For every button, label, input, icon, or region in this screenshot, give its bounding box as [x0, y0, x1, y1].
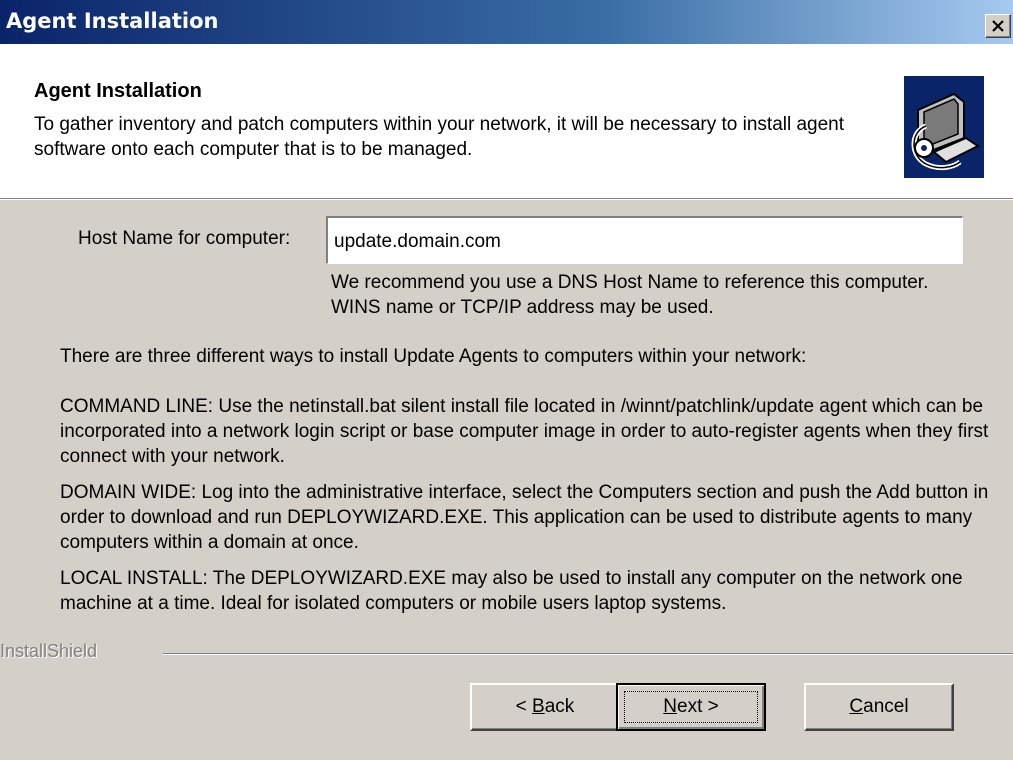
host-name-input[interactable] [326, 216, 963, 264]
cancel-button[interactable]: Cancel [804, 683, 954, 731]
computer-install-icon [904, 76, 984, 178]
domain-wide-description: DOMAIN WIDE: Log into the administrative… [60, 482, 989, 553]
next-button[interactable]: Next > [616, 683, 766, 731]
wizard-header: Agent Installation To gather inventory a… [0, 44, 1013, 199]
cancel-button-rest: ancel [863, 696, 909, 717]
local-install-description: LOCAL INSTALL: The DEPLOYWIZARD.EXE may … [60, 568, 963, 614]
command-line-description: COMMAND LINE: Use the netinstall.bat sil… [60, 396, 989, 467]
title-bar: Agent Installation [0, 0, 1013, 44]
host-name-label: Host Name for computer: [78, 228, 291, 249]
back-button-accel: B [532, 696, 545, 717]
back-button-rest: ack [544, 696, 575, 717]
footer-divider [163, 653, 1013, 655]
cancel-button-accel: C [849, 696, 864, 717]
installshield-brand: InstallShield [0, 641, 98, 661]
close-button[interactable] [985, 14, 1011, 38]
window-title: Agent Installation [6, 9, 219, 33]
back-button-prefix: < [515, 696, 533, 717]
host-name-hint: We recommend you use a DNS Host Name to … [331, 272, 929, 318]
install-methods-intro: There are three different ways to instal… [60, 346, 807, 367]
close-icon [992, 20, 1004, 32]
back-button[interactable]: < Back [470, 683, 620, 731]
focus-rectangle [624, 691, 758, 723]
header-description: To gather inventory and patch computers … [34, 114, 845, 160]
header-title: Agent Installation [34, 80, 202, 102]
